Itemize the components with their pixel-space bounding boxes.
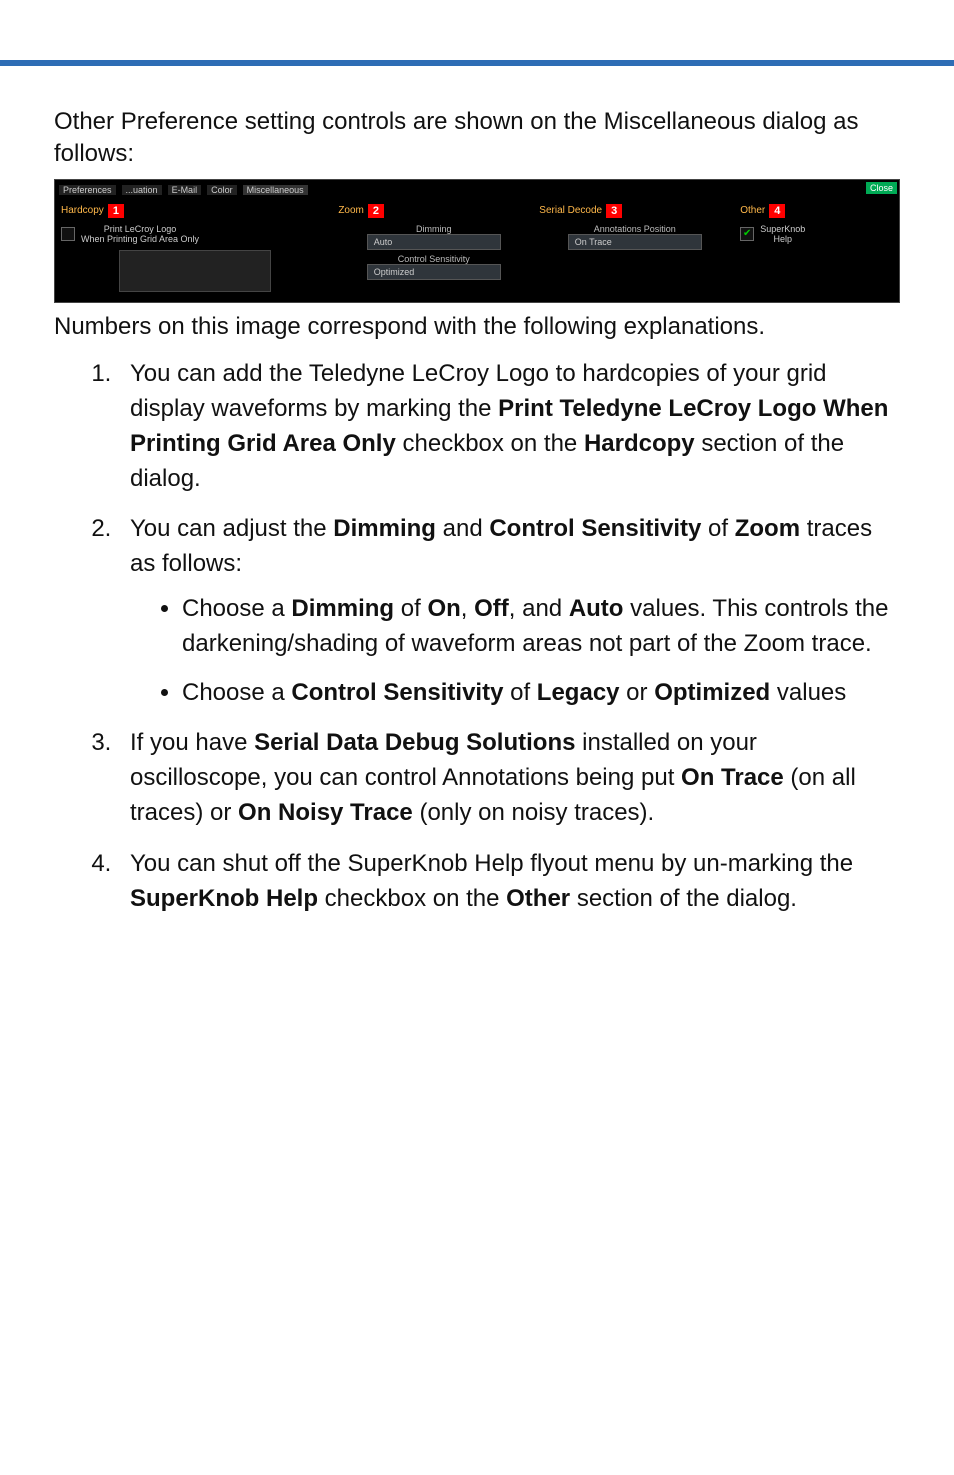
caption-paragraph: Numbers on this image correspond with th… [54, 311, 900, 343]
dialog-panels: Hardcopy 1 Print LeCroy Logo When Printi… [55, 200, 899, 302]
bold-text: Auto [569, 595, 624, 622]
text: and [436, 515, 489, 542]
text: Choose a [182, 679, 291, 706]
bold-text: On Noisy Trace [238, 799, 413, 826]
panel-other: Other 4 ✔ SuperKnob Help [740, 204, 893, 292]
callout-badge-3: 3 [606, 204, 622, 218]
text: Choose a [182, 595, 291, 622]
panel-zoom: Zoom 2 Dimming Auto Control Sensitivity … [338, 204, 529, 292]
tab-preferences[interactable]: Preferences [59, 185, 116, 195]
misc-dialog-screenshot: Preferences ...uation E-Mail Color Misce… [54, 179, 900, 303]
control-sensitivity-select[interactable]: Optimized [367, 264, 501, 280]
annotations-position-select[interactable]: On Trace [568, 234, 702, 250]
tab-uation[interactable]: ...uation [122, 185, 162, 195]
tab-miscellaneous[interactable]: Miscellaneous [243, 185, 308, 195]
dimming-select[interactable]: Auto [367, 234, 501, 250]
other-title: Other [740, 205, 765, 216]
list-item-3: If you have Serial Data Debug Solutions … [118, 726, 900, 830]
panel-hardcopy: Hardcopy 1 Print LeCroy Logo When Printi… [61, 204, 328, 292]
intro-paragraph: Other Preference setting controls are sh… [54, 106, 900, 171]
sub-item-dimming: Choose a Dimming of On, Off, and Auto va… [182, 592, 900, 662]
superknob-label-1: SuperKnob [760, 224, 805, 234]
print-logo-label-1: Print LeCroy Logo [104, 224, 177, 234]
bold-text: On Trace [681, 764, 784, 791]
bold-text: Off [474, 595, 509, 622]
control-sensitivity-label: Control Sensitivity [338, 254, 529, 264]
text: of [394, 595, 427, 622]
text: or [620, 679, 655, 706]
text: section of the dialog. [570, 885, 797, 912]
bold-text: Control Sensitivity [291, 679, 503, 706]
list-item-1: You can add the Teledyne LeCroy Logo to … [118, 357, 900, 496]
bold-text: Legacy [537, 679, 620, 706]
bold-text: Optimized [654, 679, 770, 706]
text: (only on noisy traces). [413, 799, 654, 826]
text: checkbox on the [318, 885, 506, 912]
bold-text: Dimming [291, 595, 394, 622]
bold-text: Dimming [333, 515, 436, 542]
print-logo-checkbox[interactable] [61, 227, 75, 241]
header-divider [0, 60, 954, 66]
callout-badge-4: 4 [769, 204, 785, 218]
text: of [503, 679, 536, 706]
superknob-help-row[interactable]: ✔ SuperKnob Help [740, 224, 893, 244]
zoom-title: Zoom [338, 205, 364, 216]
sub-item-control-sensitivity: Choose a Control Sensitivity of Legacy o… [182, 676, 900, 711]
page-content: Other Preference setting controls are sh… [0, 106, 954, 992]
bold-text: Serial Data Debug Solutions [254, 729, 575, 756]
text: You can adjust the [130, 515, 333, 542]
bold-text: Other [506, 885, 570, 912]
close-button[interactable]: Close [866, 182, 897, 194]
explanation-list: You can add the Teledyne LeCroy Logo to … [54, 357, 900, 916]
panel-serial-decode: Serial Decode 3 Annotations Position On … [539, 204, 730, 292]
serial-decode-title: Serial Decode [539, 205, 602, 216]
dimming-label: Dimming [338, 224, 529, 234]
bold-text: On [427, 595, 460, 622]
print-logo-row[interactable]: Print LeCroy Logo When Printing Grid Are… [61, 224, 328, 244]
superknob-help-checkbox[interactable]: ✔ [740, 227, 754, 241]
bold-text: Hardcopy [584, 430, 695, 457]
bold-text: Control Sensitivity [489, 515, 701, 542]
text: values [770, 679, 846, 706]
list-item-2: You can adjust the Dimming and Control S… [118, 512, 900, 710]
hardcopy-title: Hardcopy [61, 205, 104, 216]
bold-text: Zoom [735, 515, 800, 542]
text: If you have [130, 729, 254, 756]
list-item-4: You can shut off the SuperKnob Help flyo… [118, 847, 900, 917]
tab-color[interactable]: Color [207, 185, 237, 195]
text: of [701, 515, 734, 542]
waveform-preview [119, 250, 271, 292]
text: checkbox on the [396, 430, 584, 457]
annotations-position-label: Annotations Position [539, 224, 730, 234]
callout-badge-1: 1 [108, 204, 124, 218]
bold-text: SuperKnob Help [130, 885, 318, 912]
sub-list: Choose a Dimming of On, Off, and Auto va… [130, 592, 900, 710]
text: , [461, 595, 474, 622]
text: You can shut off the SuperKnob Help flyo… [130, 850, 853, 877]
dialog-tabs: Preferences ...uation E-Mail Color Misce… [55, 180, 899, 200]
text: , and [509, 595, 569, 622]
print-logo-label-2: When Printing Grid Area Only [81, 234, 199, 244]
superknob-label-2: Help [774, 234, 793, 244]
tab-email[interactable]: E-Mail [168, 185, 202, 195]
callout-badge-2: 2 [368, 204, 384, 218]
